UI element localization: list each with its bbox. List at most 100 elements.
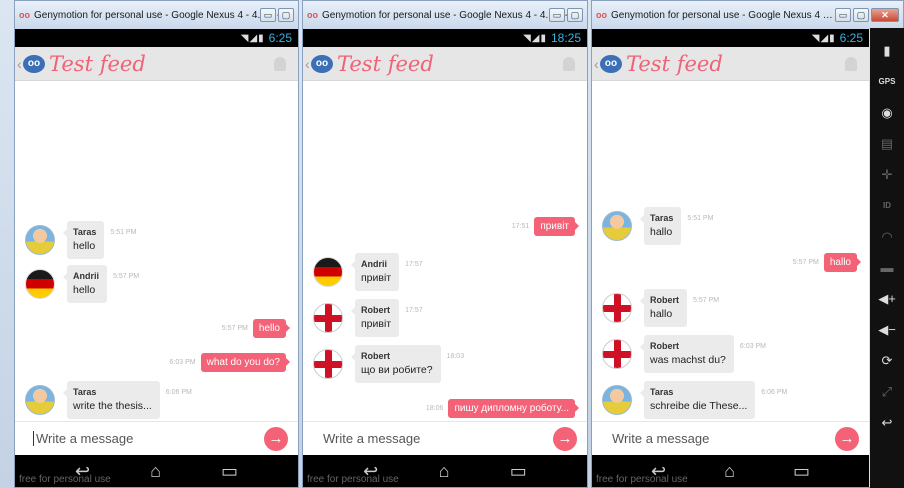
message-input[interactable] [610,431,835,446]
app-title: Test feed [49,51,146,76]
rotate-icon[interactable]: ⟳ [877,350,897,372]
watermark: free for personal use [596,474,688,485]
avatar[interactable] [602,211,632,241]
message-bubble: hallo [823,253,862,272]
sender-name: Robert [650,341,679,351]
message-time: 5:51 PM [687,215,714,222]
avatar[interactable] [313,303,343,333]
app-screen: ‹ oo Test feed 17:51 привіт Andrii приві [303,47,587,455]
maximize-button[interactable]: ▢ [278,8,294,22]
device-frame: ◥◢▮ 6:25 ‹ oo Test feed Taras hallo 5:51… [592,29,869,487]
incoming-message: Taras hello 5:51 PM [25,221,136,259]
chat-feed[interactable]: 17:51 привіт Andrii привіт 17:57 Robert … [303,81,587,421]
avatar[interactable] [313,349,343,379]
status-bar: ◥◢▮ 6:25 [592,29,869,47]
window-title: Genymotion for personal use - Google Nex… [34,9,298,21]
volume-down-icon[interactable]: ◀− [877,319,897,341]
message-text: schreibe die These... [650,400,748,412]
message-time: 6:03 PM [169,359,196,366]
incoming-message: Taras hallo 5:51 PM [602,207,713,245]
message-input[interactable] [33,431,264,446]
avatar[interactable] [602,339,632,369]
minimize-button[interactable]: ▭ [835,8,851,22]
bell-icon[interactable] [563,56,575,71]
recents-nav-icon[interactable]: ▭ [221,461,238,482]
message-time: 5:57 PM [113,273,140,280]
back-icon[interactable]: ↩ [877,412,897,434]
gps-button[interactable]: GPS [877,71,897,93]
message-text: hello [73,240,96,252]
bell-icon[interactable] [274,56,286,71]
incoming-message: Robert hallo 5:57 PM [602,289,719,327]
message-time: 18:06 [425,405,444,412]
device-frame: ◥◢▮ 18:25 ‹ oo Test feed 17:51 привіт An… [303,29,587,487]
minimize-button[interactable]: ▭ [260,8,276,22]
message-composer: → [303,421,587,455]
maximize-button[interactable]: ▢ [567,8,583,22]
wifi-signal-battery-icon: ◥◢▮ [240,32,265,44]
dpad-icon[interactable]: ✛ [877,164,897,186]
wifi-signal-battery-icon: ◥◢▮ [811,32,836,44]
message-text: was machst du? [650,354,726,366]
chat-feed[interactable]: Taras hello 5:51 PM Andrii hello 5:57 PM [15,81,298,421]
id-button[interactable]: ID [877,195,897,217]
message-composer: → [15,421,298,455]
close-button[interactable]: ✕ [871,8,899,22]
avatar[interactable] [602,293,632,323]
action-bar: ‹ oo Test feed [592,47,869,81]
avatar[interactable] [25,269,55,299]
sender-name: Robert [361,351,390,361]
incoming-message: Taras schreibe die These... 6:06 PM [602,381,787,419]
outgoing-message: 5:57 PM hallo [793,253,862,272]
bell-icon[interactable] [845,56,857,71]
message-input[interactable] [321,431,553,446]
battery-icon[interactable]: ▮ [877,40,897,62]
wifi-signal-battery-icon: ◥◢▮ [523,32,547,44]
message-time: 6:06 PM [165,389,192,396]
sender-name: Taras [650,213,674,223]
send-button[interactable]: → [835,426,859,451]
recents-nav-icon[interactable]: ▭ [510,461,527,482]
message-time: 5:57 PM [221,325,248,332]
minimize-button[interactable]: ▭ [549,8,565,22]
device-frame: ◥◢▮ 6:25 ‹ oo Test feed Taras hello 5:51… [15,29,298,487]
volume-up-icon[interactable]: ◀+ [877,288,897,310]
camera-icon[interactable]: ◉ [877,102,897,124]
rss-icon[interactable]: ◠ [877,226,897,248]
home-nav-icon[interactable]: ⌂ [150,461,161,482]
home-nav-icon[interactable]: ⌂ [724,461,735,482]
app-logo: oo [600,54,622,73]
home-nav-icon[interactable]: ⌂ [439,461,450,482]
status-clock: 18:25 [550,31,581,45]
app-screen: ‹ oo Test feed Taras hallo 5:51 PM 5:57 … [592,47,869,455]
message-bubble: пишу дипломну роботу... [448,399,579,418]
avatar[interactable] [25,385,55,415]
avatar[interactable] [313,257,343,287]
capture-icon[interactable]: ▤ [877,133,897,155]
send-button[interactable]: → [553,426,577,451]
message-bubble: Robert was machst du? [640,335,734,373]
incoming-message: Robert was machst du? 6:03 PM [602,335,766,373]
message-text: привіт [361,318,392,330]
avatar[interactable] [602,385,632,415]
incoming-message: Robert привіт 17:57 [313,299,423,337]
status-bar: ◥◢▮ 18:25 [303,29,587,47]
recents-nav-icon[interactable]: ▭ [793,461,810,482]
app-screen: ‹ oo Test feed Taras hello 5:51 PM Andri… [15,47,298,455]
message-text: write the thesis... [73,400,152,412]
chat-feed[interactable]: Taras hallo 5:51 PM 5:57 PM hallo Robert [592,81,869,421]
window-titlebar[interactable]: oo Genymotion for personal use - Google … [303,1,587,29]
app-logo: oo [23,54,45,73]
window-titlebar[interactable]: oo Genymotion for personal use - Google … [592,1,903,29]
sender-name: Andrii [361,259,387,269]
send-button[interactable]: → [264,426,288,451]
maximize-button[interactable]: ▢ [853,8,869,22]
fullscreen-icon[interactable]: ⤢ [877,381,897,403]
window-titlebar[interactable]: oo Genymotion for personal use - Google … [15,1,298,29]
sms-icon[interactable]: ▬ [877,257,897,279]
app-title: Test feed [337,51,434,76]
window-title: Genymotion for personal use - Google Nex… [322,9,587,21]
incoming-message: Andrii привіт 17:57 [313,253,423,291]
avatar[interactable] [25,225,55,255]
message-bubble: what do you do? [200,353,291,372]
